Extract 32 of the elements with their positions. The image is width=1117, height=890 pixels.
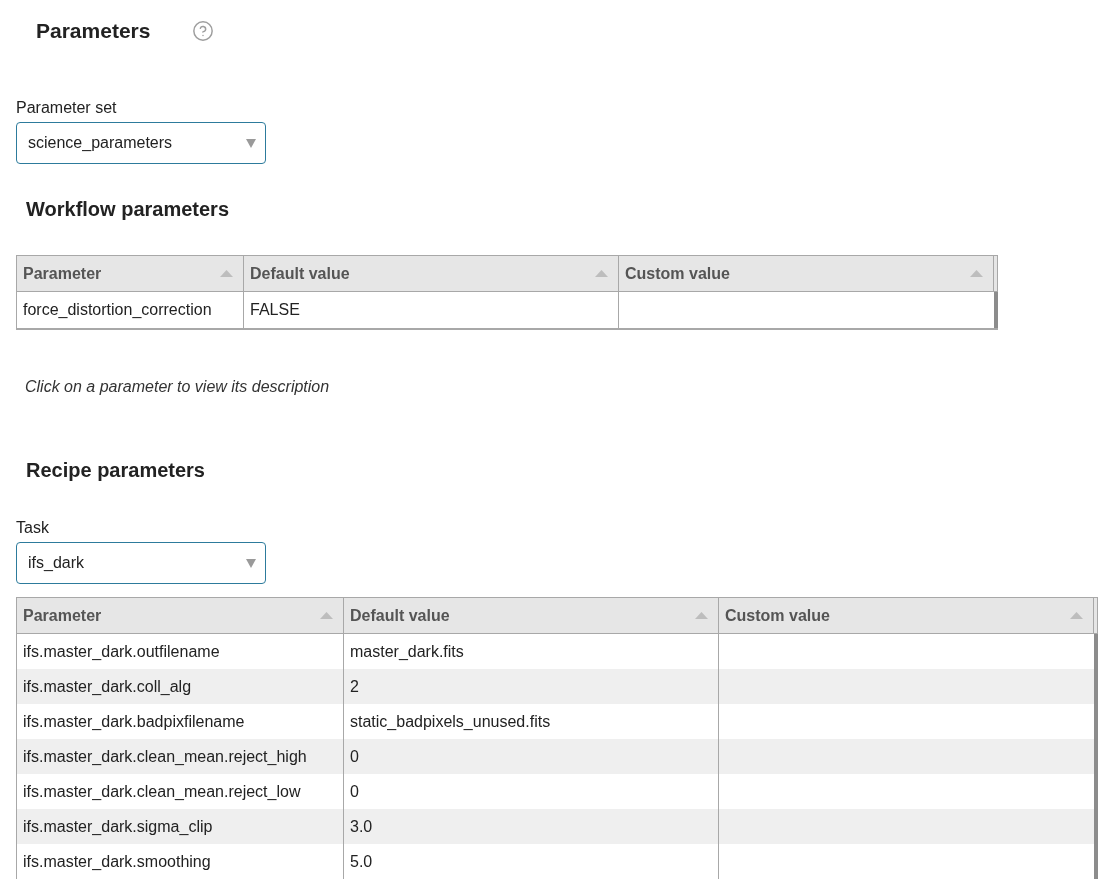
sort-arrow-icon	[970, 270, 983, 277]
column-header[interactable]: Default value	[344, 598, 719, 634]
table-cell: FALSE	[244, 292, 619, 328]
section-heading: Workflow parameters	[25, 197, 231, 221]
table-cell: ifs.master_dark.smoothing	[17, 844, 344, 879]
field-label: Task	[16, 518, 50, 538]
column-header[interactable]: Default value	[244, 256, 619, 292]
sort-arrow-icon	[1070, 612, 1083, 619]
section-heading: Recipe parameters	[25, 458, 206, 482]
task-select[interactable]: ifs_dark	[16, 542, 266, 584]
sort-arrow-icon	[220, 270, 233, 277]
column-header[interactable]: Custom value	[719, 598, 1094, 634]
table-cell: 5.0	[344, 844, 719, 879]
field-label: Parameter set	[16, 98, 118, 118]
sort-arrow-icon	[695, 612, 708, 619]
table-row[interactable]: ifs.master_dark.coll_alg 2	[17, 669, 1094, 704]
column-header[interactable]: Parameter	[17, 598, 344, 634]
page-title: Parameters	[36, 18, 151, 45]
help-icon[interactable]	[192, 20, 215, 42]
sort-arrow-icon	[320, 612, 333, 619]
sort-arrow-icon	[595, 270, 608, 277]
hint-text: Click on a parameter to view its description	[24, 377, 331, 397]
dropdown-caret-icon	[246, 558, 256, 568]
column-header[interactable]: Parameter	[17, 256, 244, 292]
table-row[interactable]: ifs.master_dark.sigma_clip 3.0	[17, 809, 1094, 844]
column-header[interactable]: Custom value	[619, 256, 994, 292]
scrollbar[interactable]	[994, 292, 998, 328]
table-cell: force_distortion_correction	[17, 292, 244, 328]
table-row[interactable]: ifs.master_dark.clean_mean.reject_high 0	[17, 739, 1094, 774]
parameter-set-select[interactable]: science_parameters	[16, 122, 266, 164]
dropdown-caret-icon	[246, 138, 256, 148]
scrollbar[interactable]	[1094, 634, 1098, 879]
